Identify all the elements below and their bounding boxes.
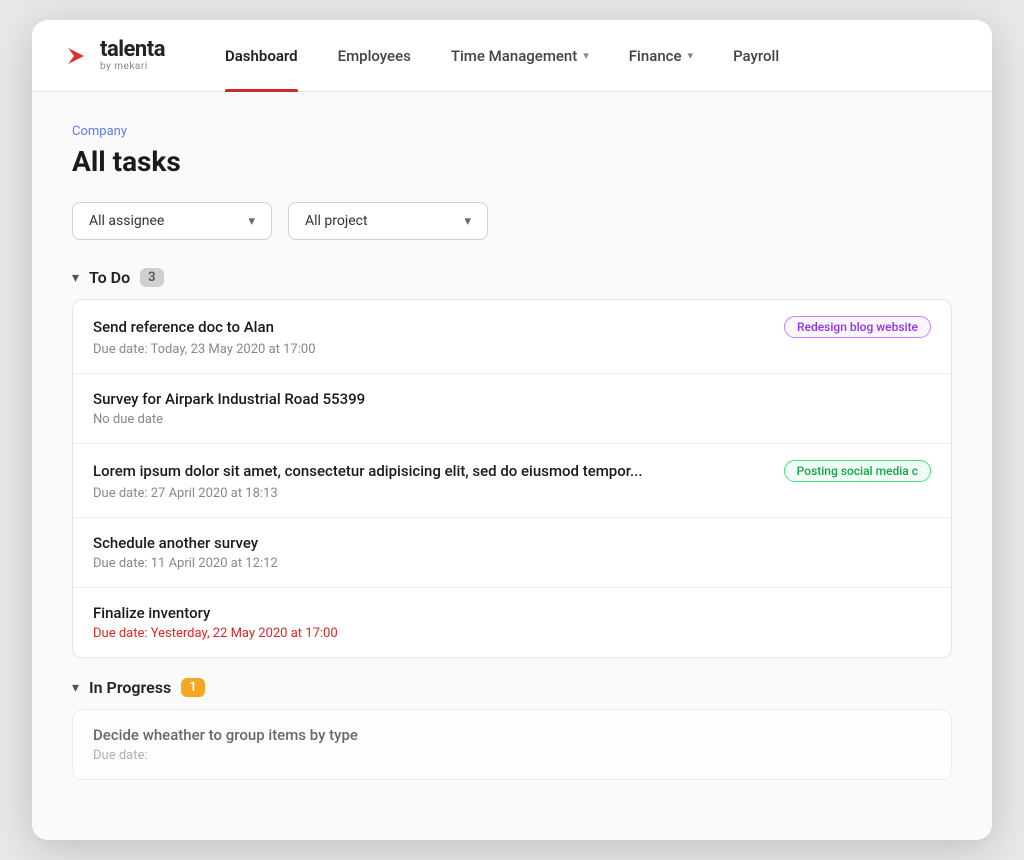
project-filter-label: All project [305,213,368,229]
project-filter[interactable]: All project ▾ [288,202,488,240]
task-row: Send reference doc to Alan Redesign blog… [93,316,931,338]
nav-items: Dashboard Employees Time Management ▾ Fi… [205,20,960,92]
nav-item-time-management[interactable]: Time Management ▾ [431,20,609,92]
task-due: Due date: [93,748,931,763]
task-due: Due date: 27 April 2020 at 18:13 [93,486,931,501]
logo-sub: by mekari [100,61,165,72]
nav-item-payroll[interactable]: Payroll [713,20,799,92]
task-row: Survey for Airpark Industrial Road 55399 [93,390,931,408]
task-item[interactable]: Survey for Airpark Industrial Road 55399… [73,374,951,444]
task-item[interactable]: Schedule another survey Due date: 11 Apr… [73,518,951,588]
in-progress-section-badge: 1 [181,678,204,697]
project-chevron-icon: ▾ [464,214,471,229]
task-name: Send reference doc to Alan [93,318,772,336]
todo-toggle-icon: ▾ [72,270,79,286]
in-progress-task-list: Decide wheather to group items by type D… [72,709,952,780]
logo-text: talenta by mekari [100,39,165,72]
filters: All assignee ▾ All project ▾ [72,202,952,240]
nav-item-dashboard[interactable]: Dashboard [205,20,318,92]
finance-chevron-icon: ▾ [688,49,694,62]
in-progress-section-title: In Progress [89,678,171,697]
task-name: Schedule another survey [93,534,931,552]
task-row: Schedule another survey [93,534,931,552]
in-progress-toggle-icon: ▾ [72,680,79,696]
task-due-overdue: Due date: Yesterday, 22 May 2020 at 17:0… [93,626,931,641]
navbar: talenta by mekari Dashboard Employees Ti… [32,20,992,92]
task-item[interactable]: Send reference doc to Alan Redesign blog… [73,300,951,374]
nav-item-finance[interactable]: Finance ▾ [609,20,713,92]
task-name: Decide wheather to group items by type [93,726,931,744]
task-name: Survey for Airpark Industrial Road 55399 [93,390,931,408]
page-title: All tasks [72,145,952,178]
main-content: Company All tasks All assignee ▾ All pro… [32,92,992,840]
logo-name: talenta [100,39,165,61]
task-due: Due date: Today, 23 May 2020 at 17:00 [93,342,931,357]
task-name: Finalize inventory [93,604,931,622]
breadcrumb[interactable]: Company [72,124,952,139]
task-tag: Posting social media c [784,460,931,482]
todo-section-header[interactable]: ▾ To Do 3 [72,268,952,287]
logo-icon [64,42,92,70]
todo-task-list: Send reference doc to Alan Redesign blog… [72,299,952,658]
task-row: Finalize inventory [93,604,931,622]
time-management-chevron-icon: ▾ [583,49,589,62]
assignee-filter[interactable]: All assignee ▾ [72,202,272,240]
task-item[interactable]: Decide wheather to group items by type D… [73,710,951,779]
task-name: Lorem ipsum dolor sit amet, consectetur … [93,462,772,480]
todo-section-badge: 3 [140,268,163,287]
task-row: Lorem ipsum dolor sit amet, consectetur … [93,460,931,482]
assignee-filter-label: All assignee [89,213,164,229]
assignee-chevron-icon: ▾ [248,214,255,229]
task-due: No due date [93,412,931,427]
app-window: talenta by mekari Dashboard Employees Ti… [32,20,992,840]
task-row: Decide wheather to group items by type [93,726,931,744]
todo-section-title: To Do [89,268,130,287]
task-tag: Redesign blog website [784,316,931,338]
task-due: Due date: 11 April 2020 at 12:12 [93,556,931,571]
nav-item-employees[interactable]: Employees [318,20,431,92]
task-item[interactable]: Finalize inventory Due date: Yesterday, … [73,588,951,657]
task-item[interactable]: Lorem ipsum dolor sit amet, consectetur … [73,444,951,518]
logo: talenta by mekari [64,39,165,72]
in-progress-section-header[interactable]: ▾ In Progress 1 [72,678,952,697]
